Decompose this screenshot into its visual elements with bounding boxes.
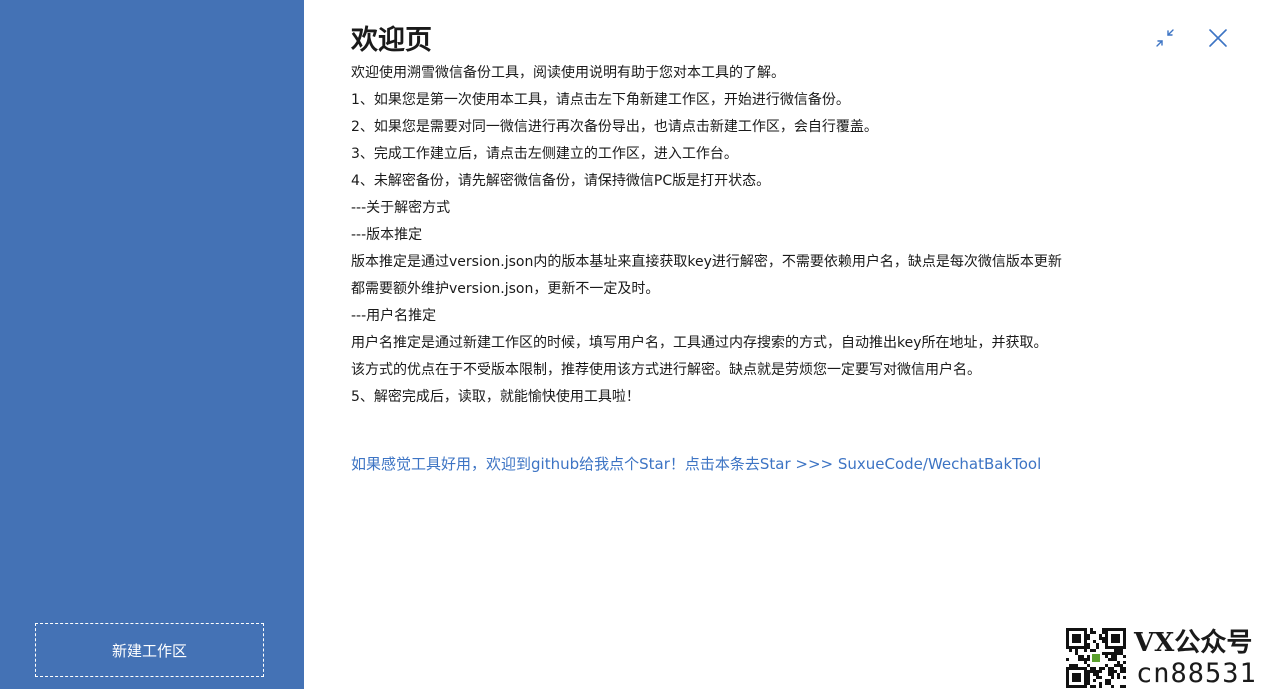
instruction-line: 欢迎使用溯雪微信备份工具，阅读使用说明有助于您对本工具的了解。 [351,65,785,81]
instruction-line: ---版本推定 [351,227,423,243]
github-star-link[interactable]: 如果感觉工具好用，欢迎到github给我点个Star！点击本条去Star >>>… [351,452,1041,476]
instruction-line: 2、如果您是需要对同一微信进行再次备份导出，也请点击新建工作区，会自行覆盖。 [351,119,878,135]
minimize-button[interactable] [1151,24,1179,52]
watermark: VX公众号 cn88531 [1066,628,1266,689]
qr-code-icon [1066,628,1126,688]
instruction-line: 都需要额外维护version.json，更新不一定及时。 [351,281,660,297]
instruction-line: 1、如果您是第一次使用本工具，请点击左下角新建工作区，开始进行微信备份。 [351,92,850,108]
new-workspace-button[interactable]: 新建工作区 [35,623,264,677]
instruction-line: ---关于解密方式 [351,200,451,216]
new-workspace-label: 新建工作区 [111,641,187,660]
page-title: 欢迎页 [351,25,432,56]
shrink-arrows-icon [1156,29,1174,47]
instruction-line: 4、未解密备份，请先解密微信备份，请保持微信PC版是打开状态。 [351,173,771,189]
watermark-line-2: cn88531 [1136,658,1257,689]
close-icon [1209,29,1227,47]
instruction-line: 版本推定是通过version.json内的版本基址来直接获取key进行解密，不需… [351,254,1062,270]
instruction-line: 用户名推定是通过新建工作区的时候，填写用户名，工具通过内存搜索的方式，自动推出k… [351,335,1048,351]
instruction-line: 3、完成工作建立后，请点击左侧建立的工作区，进入工作台。 [351,146,738,162]
instruction-list: 欢迎使用溯雪微信备份工具，阅读使用说明有助于您对本工具的了解。 1、如果您是第一… [351,60,1181,411]
instruction-line: 5、解密完成后，读取，就能愉快使用工具啦！ [351,389,640,405]
watermark-line-1: VX公众号 [1134,628,1253,658]
instruction-line: ---用户名推定 [351,308,437,324]
sidebar: 新建工作区 [0,0,304,689]
instruction-line: 该方式的优点在于不受版本限制，推荐使用该方式进行解密。缺点就是劳烦您一定要写对微… [351,362,981,378]
welcome-panel: 欢迎页 欢迎使用溯雪微信备份工具，阅读使用说明有助于您对本工具的了解。 1、如果… [351,22,1181,411]
close-button[interactable] [1204,24,1232,52]
